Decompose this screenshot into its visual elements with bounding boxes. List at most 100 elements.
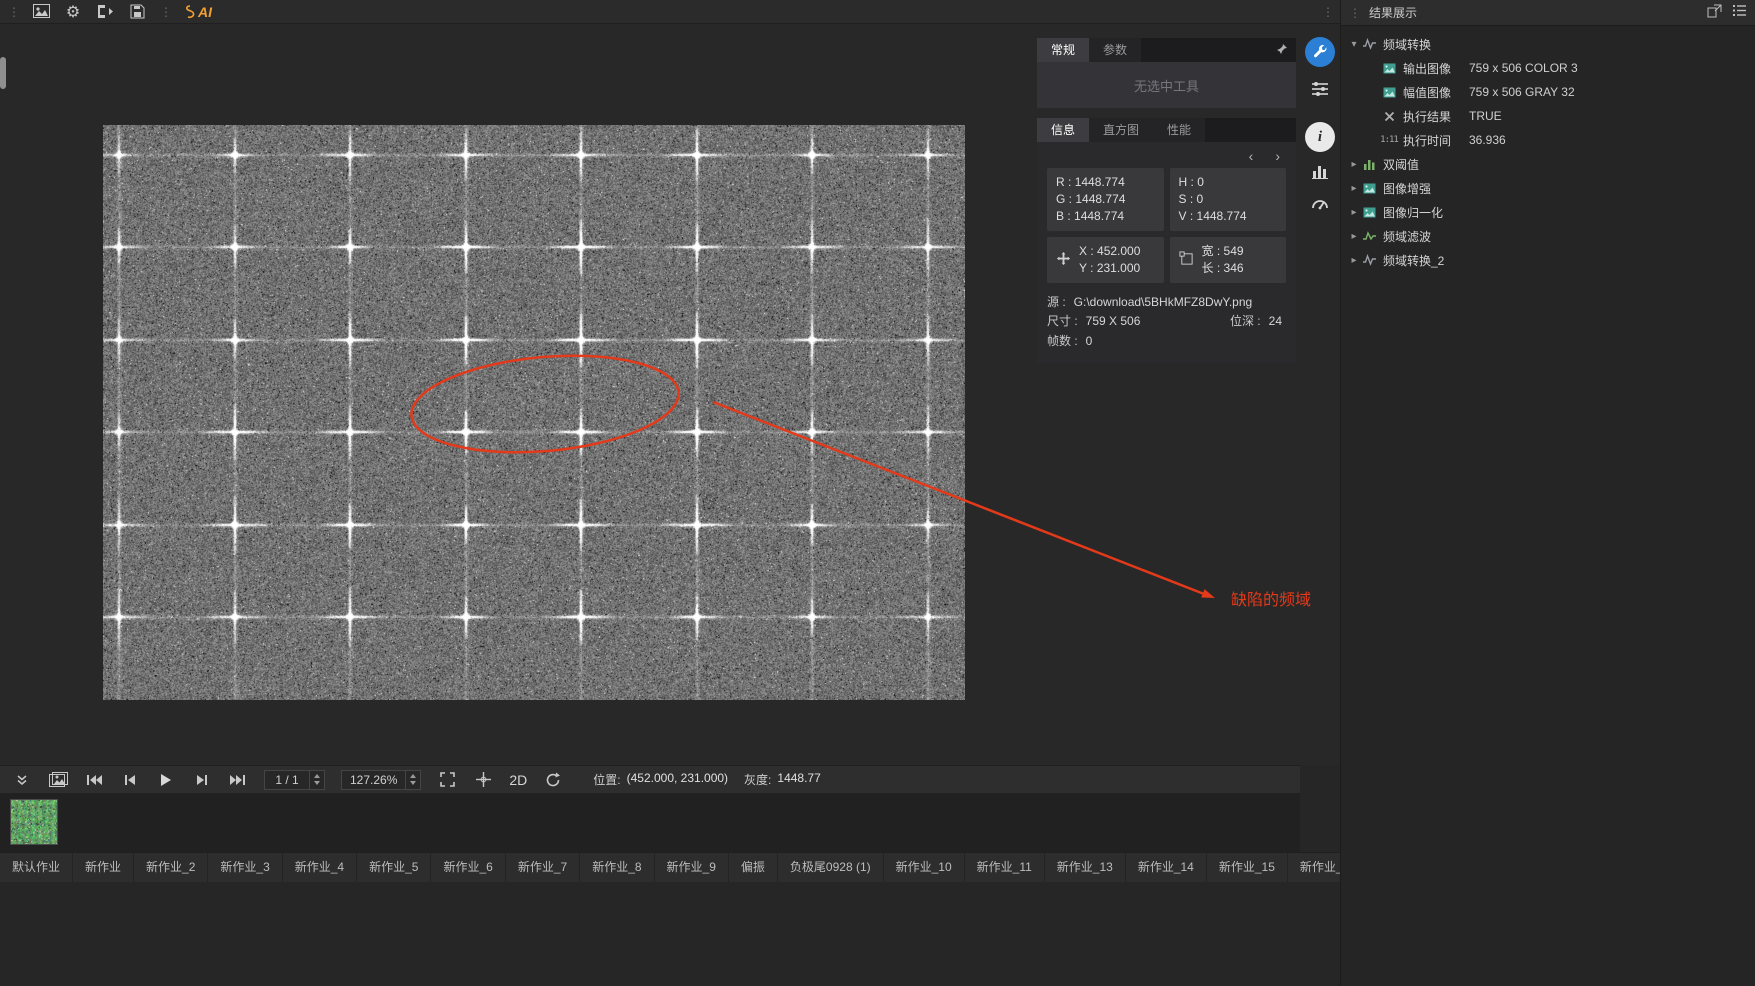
image-icon (1361, 181, 1377, 195)
tree-node-execution-time[interactable]: 1:11 执行时间 36.936 (1341, 128, 1755, 152)
next-frame-icon[interactable] (192, 770, 212, 790)
job-tab[interactable]: 新作业_9 (655, 853, 729, 882)
collapse-double-chevron-icon[interactable] (12, 770, 32, 790)
tab-general[interactable]: 常规 (1037, 38, 1089, 62)
rgb-values-cell: R : 1448.774 G : 1448.774 B : 1448.774 (1047, 168, 1164, 231)
toolbar-grip2-icon[interactable]: ⋮ (160, 5, 170, 19)
skip-to-end-icon[interactable] (228, 770, 248, 790)
position-label: 位置: (593, 771, 620, 788)
chevron-right-icon[interactable]: ▸ (1347, 207, 1361, 218)
job-tab[interactable]: 新作业_10 (884, 853, 965, 882)
fft-spectrum-image[interactable] (103, 125, 965, 700)
histogram-icon[interactable] (1305, 156, 1335, 186)
pin-icon[interactable] (1276, 43, 1288, 58)
move-cursor-icon (1056, 251, 1071, 269)
tree-node-frequency-transform[interactable]: ▾ 频域转换 (1341, 32, 1755, 56)
frame-spinner-arrows[interactable] (309, 771, 324, 789)
top-toolbar: ⋮ ⚙ ⋮ AI ⋮ (0, 0, 1340, 24)
info-panel-body: ‹ › R : 1448.774 G : 1448.774 B : 1448.7… (1037, 142, 1296, 363)
tree-node-output-image[interactable]: 输出图像 759 x 506 COLOR 3 (1341, 56, 1755, 80)
results-panel: ⋮ 结果展示 ▾ 频域转换 输出图像 759 x 506 COLOR 3 (1340, 0, 1755, 986)
job-tab[interactable]: 负极尾0928 (1) (778, 853, 884, 882)
center-crosshair-icon[interactable] (473, 770, 493, 790)
threshold-histogram-icon (1361, 157, 1377, 171)
job-tab[interactable]: 新作业_13 (1045, 853, 1126, 882)
results-grip-icon[interactable]: ⋮ (1349, 6, 1359, 20)
job-tab[interactable]: 新作业_2 (134, 853, 208, 882)
info-icon[interactable]: i (1305, 122, 1335, 152)
frame-count-row: 帧数 :0 (1047, 331, 1286, 351)
toolbar-grip-icon[interactable]: ⋮ (8, 5, 18, 19)
save-icon[interactable] (128, 3, 146, 21)
image-tool-icon[interactable] (32, 3, 50, 21)
tab-histogram[interactable]: 直方图 (1089, 118, 1153, 142)
job-tab[interactable]: 新作业_14 (1126, 853, 1207, 882)
chevron-right-icon[interactable]: ▸ (1347, 183, 1361, 194)
previous-frame-icon[interactable] (120, 770, 140, 790)
chevron-right-icon[interactable]: ▸ (1347, 255, 1361, 266)
tools-wrench-icon[interactable] (1305, 37, 1335, 67)
source-image-thumbnail[interactable] (10, 799, 58, 845)
chevron-down-icon[interactable]: ▾ (1347, 39, 1361, 50)
zoom-spinner[interactable]: 127.26% (341, 770, 421, 790)
tab-performance[interactable]: 性能 (1153, 118, 1205, 142)
image-source-icon[interactable] (48, 770, 68, 790)
export-results-icon[interactable] (1707, 4, 1722, 21)
source-path-row: 源 :G:\download\5BHkMFZ8DwY.png (1047, 293, 1286, 311)
view-mode-2d-button[interactable]: 2D (509, 772, 527, 788)
left-scrollbar-thumb[interactable] (0, 57, 6, 89)
hsv-values-cell: H : 0 S : 0 V : 1448.774 (1170, 168, 1287, 231)
settings-gear-icon[interactable]: ⚙ (64, 3, 82, 21)
job-tab[interactable]: 新作业_5 (357, 853, 431, 882)
performance-gauge-icon[interactable] (1305, 188, 1335, 218)
play-icon[interactable] (156, 770, 176, 790)
thumbnail-strip (0, 793, 1300, 852)
job-tab[interactable]: 新作业 (73, 853, 134, 882)
rectangle-size-icon (1179, 251, 1194, 269)
frame-spinner[interactable]: 1 / 1 (264, 770, 325, 790)
job-tab[interactable]: 新作业_8 (580, 853, 654, 882)
refresh-loop-icon[interactable] (543, 770, 563, 790)
filter-signal-icon (1361, 229, 1377, 243)
job-tab[interactable]: 新作业_7 (506, 853, 580, 882)
panel-grip-icon[interactable]: ⋮ (1322, 5, 1332, 19)
prev-image-icon[interactable]: ‹ (1249, 148, 1254, 164)
execute-result-icon (1381, 109, 1397, 123)
job-tab[interactable]: 默认作业 (0, 853, 73, 882)
chevron-right-icon[interactable]: ▸ (1347, 231, 1361, 242)
source-path: G:\download\5BHkMFZ8DwY.png (1074, 295, 1253, 309)
job-tab[interactable]: 新作业_6 (431, 853, 505, 882)
tree-node-frequency-transform-2[interactable]: ▸ 频域转换_2 (1341, 248, 1755, 272)
tree-node-amplitude-image[interactable]: 幅值图像 759 x 506 GRAY 32 (1341, 80, 1755, 104)
job-tab[interactable]: 新作业_4 (283, 853, 357, 882)
zoom-spinner-arrows[interactable] (405, 771, 420, 789)
job-tab[interactable]: 新作业_3 (208, 853, 282, 882)
results-panel-header: ⋮ 结果展示 (1341, 0, 1755, 26)
job-tab[interactable]: 新作业_11 (965, 853, 1045, 882)
skip-to-start-icon[interactable] (84, 770, 104, 790)
ai-swirl-icon (184, 5, 196, 19)
parameters-sliders-icon[interactable] (1305, 74, 1335, 104)
export-icon[interactable] (96, 3, 114, 21)
tree-node-frequency-filter[interactable]: ▸ 频域滤波 (1341, 224, 1755, 248)
job-tab[interactable]: 偏振 (729, 853, 778, 882)
next-image-icon[interactable]: › (1275, 148, 1280, 164)
ai-logo[interactable]: AI (184, 4, 212, 20)
image-icon (1381, 61, 1397, 75)
tree-node-double-threshold[interactable]: ▸ 双阈值 (1341, 152, 1755, 176)
roi-size-cell: 宽 : 549 长 : 346 (1170, 237, 1287, 283)
tree-node-image-enhance[interactable]: ▸ 图像增强 (1341, 176, 1755, 200)
image-viewer-area: 缺陷的频域 i 常规 参数 无选中 (0, 24, 1340, 765)
tree-node-image-normalize[interactable]: ▸ 图像归一化 (1341, 200, 1755, 224)
cursor-position-cell: X : 452.000 Y : 231.000 (1047, 237, 1164, 283)
results-list-icon[interactable] (1732, 4, 1747, 21)
results-panel-title: 结果展示 (1369, 4, 1417, 21)
tree-node-execution-result[interactable]: 执行结果 TRUE (1341, 104, 1755, 128)
no-tool-selected-box: 无选中工具 (1037, 62, 1296, 108)
chevron-right-icon[interactable]: ▸ (1347, 159, 1361, 170)
tab-parameters[interactable]: 参数 (1089, 38, 1141, 62)
fit-fullscreen-icon[interactable] (437, 770, 457, 790)
zoom-level-value: 127.26% (342, 771, 405, 789)
job-tab[interactable]: 新作业_15 (1207, 853, 1288, 882)
tab-info[interactable]: 信息 (1037, 118, 1089, 142)
